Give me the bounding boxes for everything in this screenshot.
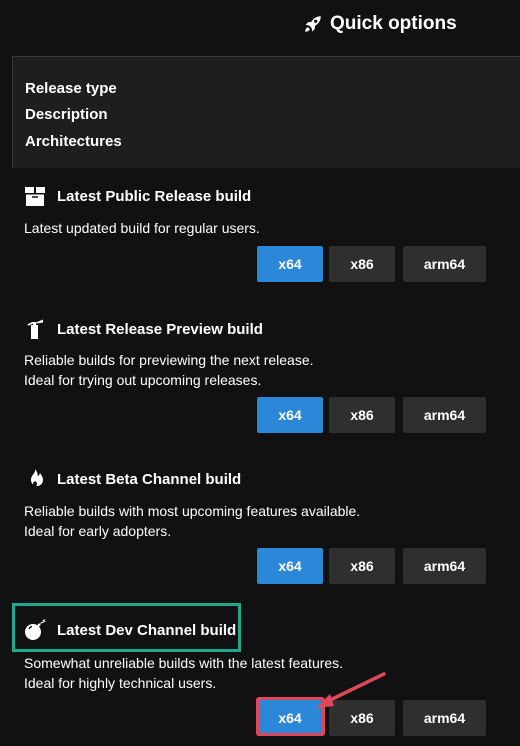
section-title-text: Latest Public Release build [57,187,252,205]
description-line: Somewhat unreliable builds with the late… [24,655,344,671]
release-type-header: Release type [25,80,117,97]
description-header: Description [25,106,108,123]
download-arm64-button[interactable]: arm64 [403,246,486,282]
description-line: Ideal for highly technical users. [24,675,217,691]
pointer-arrow-icon [316,672,386,708]
download-x86-button[interactable]: x86 [329,397,395,433]
description-line: Reliable builds for previewing the next … [24,352,314,368]
fire-extinguisher-icon [27,319,43,339]
section-title: Latest Release Preview build [23,317,263,341]
page-title: Quick options [302,13,457,35]
section-title: Latest Beta Channel build [23,467,241,491]
download-x86-button[interactable]: x86 [329,548,395,584]
header: Quick options [0,0,520,56]
download-arm64-button[interactable]: arm64 [403,548,486,584]
quick-options-page: Quick options Release type Description A… [0,0,520,746]
section-description: Somewhat unreliable builds with the late… [24,653,343,693]
rocket-icon [305,16,321,32]
highlight-box [12,603,241,652]
description-line: Reliable builds with most upcoming featu… [24,503,361,519]
description-line: Ideal for early adopters. [24,523,172,539]
download-x64-button[interactable]: x64 [257,548,323,584]
architectures-header: Architectures [25,133,122,150]
section-description: Latest updated build for regular users. [24,218,260,238]
section-title-text: Latest Beta Channel build [57,470,242,488]
header-title-text: Quick options [330,13,457,34]
section-title-text: Latest Release Preview build [57,320,263,338]
download-arm64-button[interactable]: arm64 [403,700,486,736]
download-x86-button[interactable]: x86 [329,246,395,282]
box-icon [25,187,45,206]
download-x64-button[interactable]: x64 [257,397,323,433]
flame-icon [31,469,43,486]
section-title: Latest Public Release build [23,184,251,208]
section-description: Reliable builds for previewing the next … [24,350,314,390]
download-x64-button[interactable]: x64 [257,246,323,282]
download-arm64-button[interactable]: arm64 [403,397,486,433]
description-line: Latest updated build for regular users. [24,220,260,236]
description-line: Ideal for trying out upcoming releases. [24,372,262,388]
table-header: Release type Description Architectures [12,56,520,168]
section-description: Reliable builds with most upcoming featu… [24,501,360,541]
